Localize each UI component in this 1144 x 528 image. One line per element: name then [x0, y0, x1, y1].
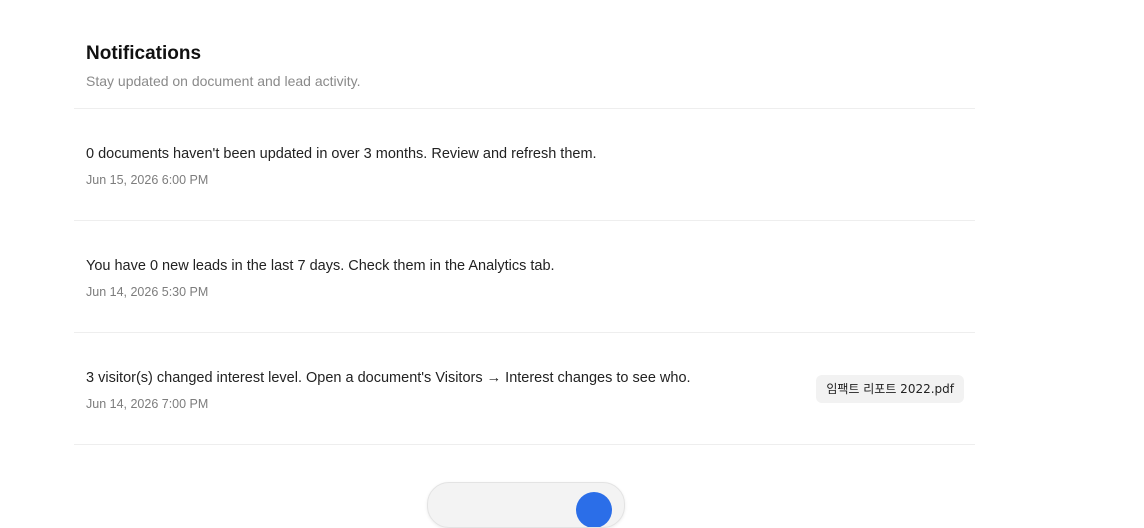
notification-message: 0 documents haven't been updated in over… — [86, 146, 597, 162]
page-title: Notifications — [86, 43, 202, 64]
floating-action-bar[interactable] — [427, 482, 625, 528]
notification-item[interactable]: You have 0 new leads in the last 7 days.… — [74, 221, 975, 333]
notification-item[interactable]: 3 visitor(s) changed interest level. Ope… — [74, 333, 975, 445]
notification-list: 0 documents haven't been updated in over… — [74, 109, 975, 445]
document-chip[interactable]: 임팩트 리포트 2022.pdf — [816, 375, 964, 403]
notifications-panel: Notifications Stay updated on document a… — [74, 0, 975, 445]
page-subtitle: Stay updated on document and lead activi… — [86, 73, 361, 89]
notification-timestamp: Jun 14, 2026 7:00 PM — [86, 397, 209, 411]
notifications-header: Notifications Stay updated on document a… — [74, 0, 975, 109]
notification-timestamp: Jun 15, 2026 6:00 PM — [86, 173, 209, 187]
primary-action-button[interactable] — [576, 492, 612, 527]
notification-message: 3 visitor(s) changed interest level. Ope… — [86, 370, 691, 386]
notification-item[interactable]: 0 documents haven't been updated in over… — [74, 109, 975, 221]
notification-message: You have 0 new leads in the last 7 days.… — [86, 258, 555, 274]
notification-timestamp: Jun 14, 2026 5:30 PM — [86, 285, 209, 299]
